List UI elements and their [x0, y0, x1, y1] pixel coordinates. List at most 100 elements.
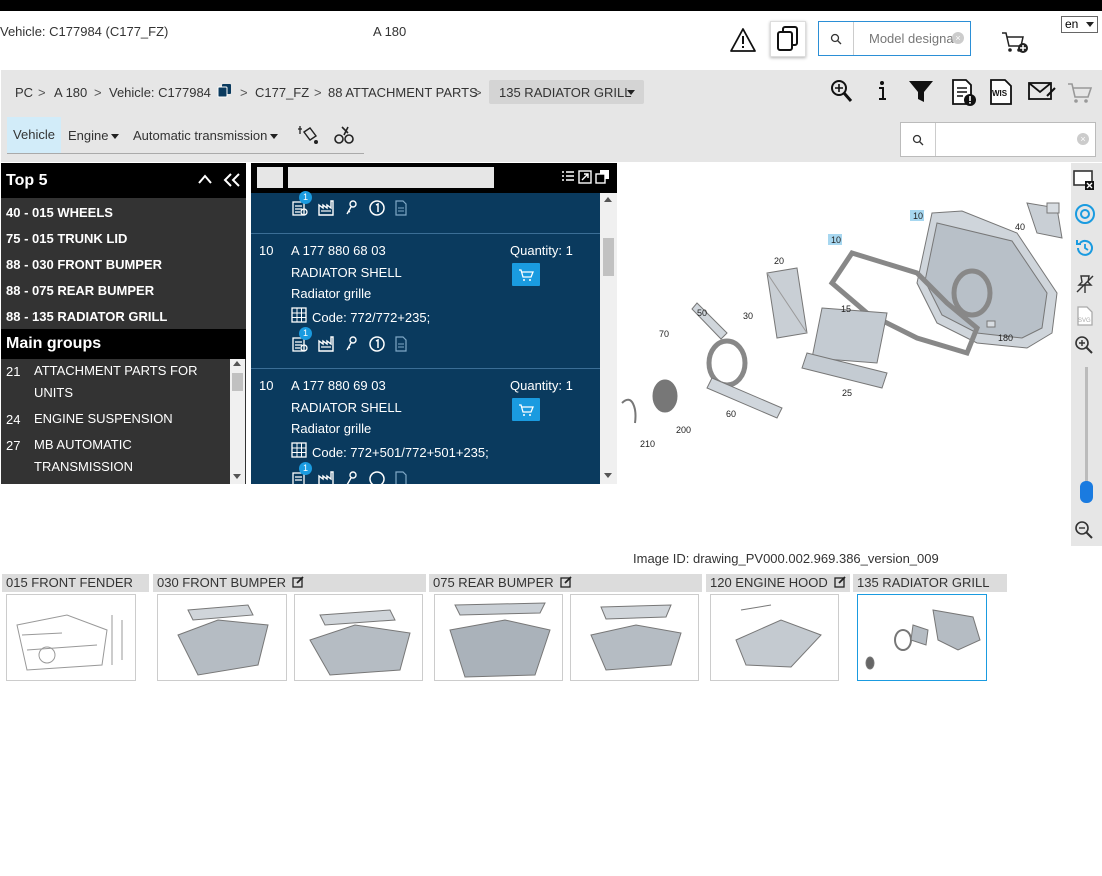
thumbnail-drawing[interactable] — [710, 594, 839, 681]
scroll-up-icon[interactable] — [233, 361, 241, 366]
edit-icon[interactable] — [292, 575, 304, 593]
chevron-up-icon[interactable] — [197, 173, 213, 188]
mail-icon[interactable] — [1027, 78, 1057, 106]
zoom-in-icon[interactable] — [1074, 335, 1094, 358]
key-icon[interactable] — [342, 199, 360, 220]
part-row[interactable]: 10 A 177 880 69 03 Quantity: 1 RADIATOR … — [251, 368, 600, 484]
parts-search-input[interactable] — [937, 123, 1067, 156]
zoom-search-icon[interactable] — [829, 78, 855, 106]
crumb-vehicle[interactable]: Vehicle: C177984 — [109, 85, 211, 100]
thumbnail-group-title[interactable]: 120 ENGINE HOOD — [710, 575, 828, 590]
part-info-icon[interactable]: 1 — [291, 327, 312, 356]
top5-item[interactable]: 88 - 075 REAR BUMPER — [6, 283, 154, 298]
thumbnail-drawing[interactable] — [294, 594, 423, 681]
parts-drawing[interactable]: 10 10 40 20 50 30 15 70 180 25 60 200 21… — [617, 163, 1071, 545]
main-group-item[interactable]: ATTACHMENT PARTS FOR UNITS — [34, 360, 214, 404]
callout-label[interactable]: 50 — [697, 308, 707, 318]
main-group-item[interactable]: MB AUTOMATIC TRANSMISSION — [34, 434, 184, 478]
zoom-out-icon[interactable] — [1074, 520, 1094, 543]
copy-icon[interactable] — [217, 83, 232, 101]
top5-item[interactable]: 75 - 015 TRUNK LID — [6, 231, 127, 246]
callout-label[interactable]: 200 — [676, 425, 691, 435]
tab-transmission[interactable]: Automatic transmission — [133, 128, 279, 143]
select-all-box[interactable] — [257, 167, 283, 188]
svg-export-icon[interactable]: SVG — [1075, 305, 1095, 330]
callout-label[interactable]: 20 — [774, 256, 784, 266]
target-icon[interactable] — [1074, 203, 1096, 228]
top5-item[interactable]: 88 - 135 RADIATOR GRILL — [6, 309, 167, 324]
main-group-item[interactable]: ENGINE SUSPENSION — [34, 408, 214, 430]
callout-label[interactable]: 40 — [1015, 222, 1025, 232]
edit-icon[interactable] — [834, 575, 846, 593]
add-to-cart-button[interactable] — [512, 398, 540, 421]
zoom-slider-track[interactable] — [1085, 367, 1088, 495]
parts-filter-input[interactable] — [288, 167, 494, 188]
wis-doc-icon[interactable] — [394, 199, 408, 220]
wis-document-icon[interactable]: WIS — [989, 78, 1015, 106]
filter-icon[interactable] — [907, 78, 933, 106]
search-icon[interactable] — [901, 123, 936, 156]
history-icon[interactable] — [1074, 237, 1096, 262]
circle-info-icon[interactable] — [368, 199, 386, 220]
scroll-down-icon[interactable] — [604, 473, 612, 478]
wis-doc-icon[interactable] — [394, 470, 408, 484]
cart-icon[interactable] — [1066, 78, 1094, 106]
paint-bucket-icon[interactable] — [296, 123, 320, 150]
thumbnail-group-title[interactable]: 135 RADIATOR GRILL — [857, 575, 989, 590]
wis-doc-icon[interactable] — [394, 335, 408, 356]
tab-vehicle[interactable]: Vehicle — [7, 117, 61, 153]
copy-button[interactable] — [770, 21, 806, 57]
part-row[interactable]: 10 A 177 880 68 03 Quantity: 1 RADIATOR … — [251, 233, 600, 368]
part-info-icon[interactable]: 1 — [291, 462, 312, 484]
callout-label[interactable]: 60 — [726, 409, 736, 419]
pin-off-icon[interactable] — [1074, 273, 1096, 298]
callout-label[interactable]: 210 — [640, 439, 655, 449]
tab-engine[interactable]: Engine — [68, 128, 120, 143]
callout-label[interactable]: 15 — [841, 304, 851, 314]
crumb-pc[interactable]: PC — [15, 85, 33, 100]
callout-label[interactable]: 180 — [998, 333, 1013, 343]
thumbnail-drawing[interactable] — [570, 594, 699, 681]
key-icon[interactable] — [342, 470, 360, 484]
crumb-model[interactable]: A 180 — [54, 85, 87, 100]
thumbnail-drawing[interactable] — [157, 594, 287, 681]
crumb-group[interactable]: 88 ATTACHMENT PARTS — [328, 85, 478, 100]
callout-label[interactable]: 10 — [913, 211, 923, 221]
top5-item[interactable]: 88 - 030 FRONT BUMPER — [6, 257, 162, 272]
thumbnail-group-title[interactable]: 030 FRONT BUMPER — [157, 575, 286, 590]
scroll-down-icon[interactable] — [233, 474, 241, 479]
equipment-icon[interactable] — [332, 123, 356, 150]
factory-icon[interactable] — [317, 199, 335, 220]
part-info-icon[interactable]: 1 — [291, 191, 312, 220]
thumbnail-drawing-selected[interactable] — [857, 594, 987, 681]
callout-label[interactable]: 25 — [842, 388, 852, 398]
add-to-cart-button[interactable] — [512, 263, 540, 286]
key-icon[interactable] — [342, 335, 360, 356]
left-scrollbar[interactable] — [230, 359, 245, 484]
edit-icon[interactable] — [560, 575, 572, 593]
collapse-left-icon[interactable] — [222, 172, 242, 191]
thumbnail-group-title[interactable]: 015 FRONT FENDER — [6, 575, 133, 590]
list-view-icon[interactable] — [561, 170, 575, 187]
thumbnail-group-title[interactable]: 075 REAR BUMPER — [433, 575, 554, 590]
circle-info-icon[interactable] — [368, 470, 386, 484]
scroll-thumb[interactable] — [232, 373, 243, 391]
info-icon[interactable] — [872, 78, 898, 106]
warning-icon[interactable] — [729, 27, 757, 53]
zoom-slider-thumb[interactable] — [1080, 481, 1093, 503]
callout-label[interactable]: 30 — [743, 311, 753, 321]
add-to-cart-icon[interactable] — [1000, 29, 1030, 57]
popout-icon[interactable] — [595, 169, 610, 187]
scroll-thumb[interactable] — [603, 238, 614, 276]
parts-scrollbar[interactable] — [600, 193, 617, 484]
clear-icon[interactable]: × — [952, 32, 964, 44]
scroll-up-icon[interactable] — [604, 197, 612, 202]
callout-label[interactable]: 70 — [659, 329, 669, 339]
factory-icon[interactable] — [317, 470, 335, 484]
factory-icon[interactable] — [317, 335, 335, 356]
document-warning-icon[interactable] — [950, 78, 976, 106]
subgroup-dropdown[interactable]: 135 RADIATOR GRILL — [489, 80, 644, 104]
thumbnail-drawing[interactable] — [434, 594, 563, 681]
thumbnail-drawing[interactable] — [6, 594, 136, 681]
search-icon[interactable] — [819, 22, 854, 55]
